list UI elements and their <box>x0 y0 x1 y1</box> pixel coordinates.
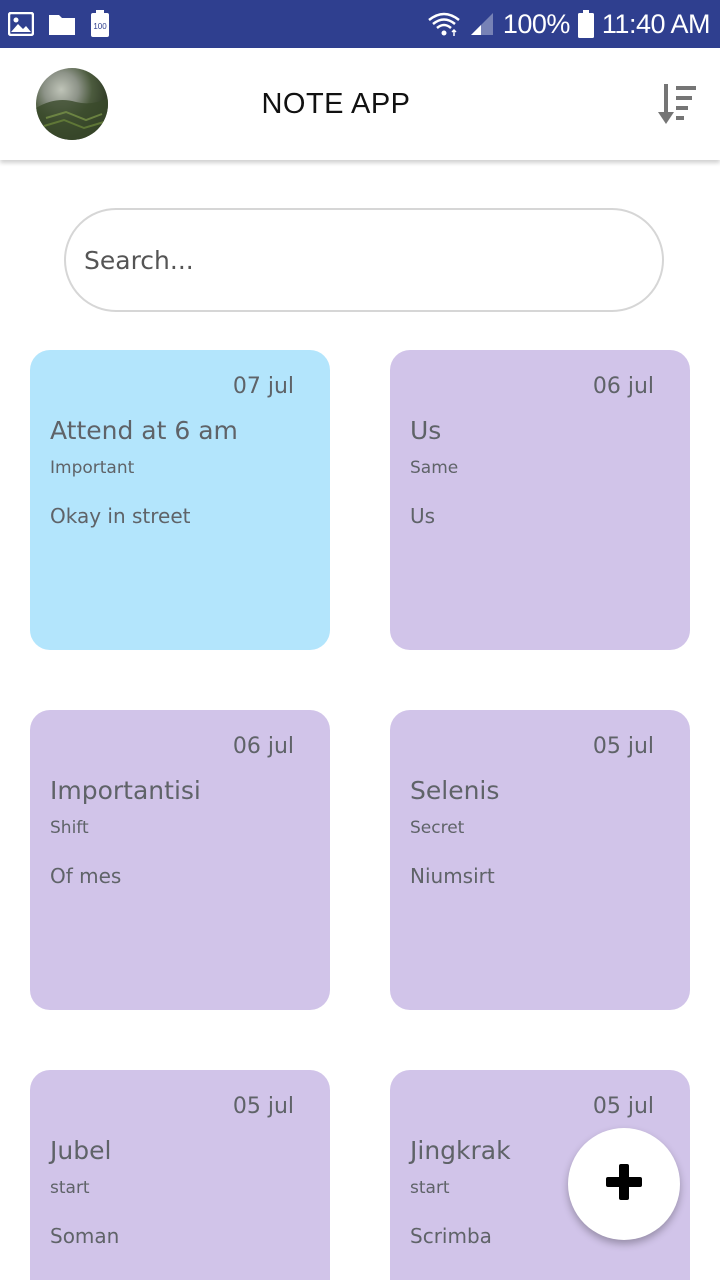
note-card[interactable]: 05 jul Selenis Secret Niumsirt <box>390 710 690 1010</box>
note-subtitle: start <box>50 1178 90 1198</box>
note-subtitle: Same <box>410 458 459 478</box>
note-title: Importantisi <box>50 776 201 805</box>
note-subtitle: start <box>410 1178 450 1198</box>
note-date: 05 jul <box>592 1094 654 1119</box>
battery-percent: 100% <box>502 8 571 39</box>
search-box[interactable] <box>64 208 664 312</box>
app-bar: NOTE APP <box>0 48 720 160</box>
note-body: Niumsirt <box>410 864 495 888</box>
note-card[interactable]: 07 jul Attend at 6 am Important Okay in … <box>30 350 330 650</box>
note-title: Attend at 6 am <box>50 416 238 445</box>
note-date: 05 jul <box>232 1094 294 1119</box>
note-title: Jubel <box>50 1136 112 1165</box>
note-body: Okay in street <box>50 504 191 528</box>
note-date: 06 jul <box>232 734 294 759</box>
app-title: NOTE APP <box>261 87 411 120</box>
note-date: 05 jul <box>592 734 654 759</box>
plus-icon <box>604 1162 644 1206</box>
note-date: 06 jul <box>592 374 654 399</box>
sort-icon <box>656 84 700 130</box>
note-body: Of mes <box>50 864 122 888</box>
sort-button[interactable] <box>656 82 700 126</box>
clock: 11:40 AM <box>601 8 711 39</box>
note-body: Us <box>410 504 436 528</box>
note-title: Jingkrak <box>410 1136 511 1165</box>
note-subtitle: Shift <box>50 818 89 838</box>
note-title: Us <box>410 416 442 445</box>
note-body: Soman <box>50 1224 120 1248</box>
note-subtitle: Secret <box>410 818 465 838</box>
search-input[interactable] <box>84 245 662 275</box>
folder-icon <box>48 12 76 36</box>
note-date: 07 jul <box>232 374 294 399</box>
status-bar: 100 100% 11:40 AM <box>0 0 720 48</box>
note-card[interactable]: 06 jul Importantisi Shift Of mes <box>30 710 330 1010</box>
signal-icon <box>469 11 495 37</box>
battery-saver-icon: 100 <box>90 10 110 38</box>
note-body: Scrimba <box>410 1224 492 1248</box>
note-card[interactable]: 05 jul Jubel start Soman <box>30 1070 330 1280</box>
svg-text:100: 100 <box>93 22 107 31</box>
battery-icon <box>577 10 594 38</box>
note-subtitle: Important <box>50 458 135 478</box>
note-card[interactable]: 06 jul Us Same Us <box>390 350 690 650</box>
wifi-icon <box>427 11 461 37</box>
add-note-button[interactable] <box>568 1128 680 1240</box>
note-title: Selenis <box>410 776 500 805</box>
image-icon <box>8 12 34 36</box>
